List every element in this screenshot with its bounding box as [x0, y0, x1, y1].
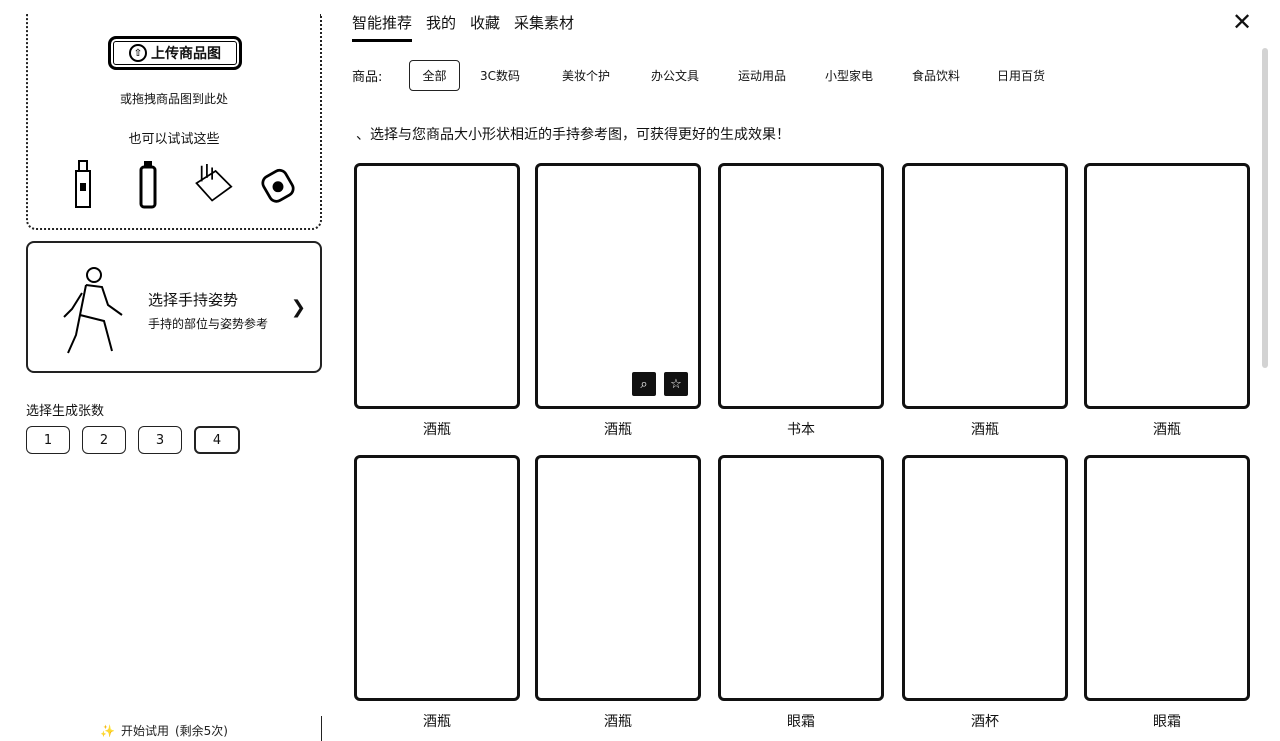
bottle-sample-icon[interactable]	[63, 158, 103, 210]
upload-product-button[interactable]: ⇧ 上传商品图	[108, 36, 242, 70]
start-trial-button[interactable]: ✨ 开始试用 (剩余5次)	[100, 722, 228, 739]
item-caption: 酒瓶	[423, 422, 451, 438]
sample-list	[50, 156, 310, 212]
category-label: 商品:	[352, 70, 383, 85]
category-3c[interactable]: 3C数码	[460, 60, 540, 91]
category-filter: 全部 3C数码 美妆个护 办公文具 运动用品 小型家电 食品饮料 日用百货	[409, 60, 1062, 91]
item-caption: 酒瓶	[604, 714, 632, 730]
pose-subtitle: 手持的部位与姿势参考	[148, 317, 269, 331]
cosmetic-sample-icon[interactable]	[258, 158, 298, 210]
gallery-item[interactable]: 酒瓶	[354, 163, 520, 439]
category-sports[interactable]: 运动用品	[718, 60, 806, 91]
can-sample-icon[interactable]	[128, 158, 168, 210]
count-label: 选择生成张数	[26, 404, 105, 419]
gallery-item[interactable]: 酒瓶	[354, 455, 520, 731]
gallery-item[interactable]: 眼霜	[718, 455, 884, 731]
category-beauty[interactable]: 美妆个护	[540, 60, 632, 91]
count-option-1[interactable]: 1	[26, 426, 70, 454]
category-appliances[interactable]: 小型家电	[806, 60, 892, 91]
remaining-count: (剩余5次)	[174, 724, 228, 738]
tip-text: 、选择与您商品大小形状相近的手持参考图，可获得更好的生成效果！	[356, 127, 790, 143]
item-caption: 酒瓶	[423, 714, 451, 730]
box-sample-icon[interactable]	[193, 158, 233, 210]
item-caption: 眼霜	[787, 714, 815, 730]
gallery-item[interactable]: 酒瓶	[1084, 163, 1250, 439]
tab-favorites[interactable]: 收藏	[470, 12, 500, 42]
try-samples-label: 也可以试试这些	[128, 132, 220, 147]
close-icon[interactable]: ✕	[1232, 8, 1252, 36]
pose-title: 选择手持姿势	[148, 291, 239, 309]
drop-hint: 或拖拽商品图到此处	[119, 92, 228, 106]
category-all[interactable]: 全部	[409, 60, 460, 91]
left-panel: ⇧ 上传商品图 或拖拽商品图到此处 也可以试试这些 选择手持姿势 手持的部位与姿…	[0, 0, 340, 741]
star-icon[interactable]: ☆	[662, 370, 690, 398]
hand-pose-card[interactable]: 选择手持姿势 手持的部位与姿势参考 ❯	[26, 241, 322, 373]
reference-photo[interactable]	[902, 163, 1068, 409]
upload-icon: ⇧	[129, 44, 147, 62]
tab-bar: 智能推荐 我的 收藏 采集素材	[352, 12, 574, 42]
item-caption: 酒瓶	[1153, 422, 1181, 438]
divider	[321, 716, 322, 741]
item-caption: 酒杯	[971, 714, 999, 730]
tab-recommended[interactable]: 智能推荐	[352, 12, 413, 42]
item-caption: 眼霜	[1153, 714, 1181, 730]
reference-photo[interactable]	[902, 455, 1068, 701]
category-daily[interactable]: 日用百货	[980, 60, 1062, 91]
reference-photo[interactable]	[718, 455, 884, 701]
reference-photo[interactable]	[718, 163, 884, 409]
upload-button-label: 上传商品图	[151, 46, 221, 62]
gallery-item[interactable]: 酒杯	[902, 455, 1068, 731]
tab-mine[interactable]: 我的	[426, 12, 456, 42]
item-caption: 书本	[787, 422, 815, 438]
photo-actions: ⌕ ☆	[630, 370, 690, 398]
wand-icon: ✨	[100, 723, 115, 738]
gallery-item[interactable]: 书本	[718, 163, 884, 439]
category-office[interactable]: 办公文具	[632, 60, 718, 91]
gallery-item[interactable]: 酒瓶	[535, 455, 701, 731]
zoom-icon[interactable]: ⌕	[630, 370, 658, 398]
category-food[interactable]: 食品饮料	[892, 60, 980, 91]
reference-photo[interactable]	[535, 455, 701, 701]
reference-photo[interactable]	[1084, 163, 1250, 409]
count-options: 1 2 3 4	[26, 426, 240, 454]
reference-photo[interactable]	[1084, 455, 1250, 701]
reference-photo[interactable]: ⌕ ☆	[535, 163, 701, 409]
count-option-4[interactable]: 4	[194, 426, 240, 454]
gallery-item[interactable]: ⌕ ☆ 酒瓶	[535, 163, 701, 439]
gallery-item[interactable]: 眼霜	[1084, 455, 1250, 731]
tab-collect[interactable]: 采集素材	[514, 12, 574, 42]
reference-photo[interactable]	[354, 163, 520, 409]
reference-photo[interactable]	[354, 455, 520, 701]
pose-figure-icon	[63, 267, 123, 354]
count-option-3[interactable]: 3	[138, 426, 182, 454]
count-option-2[interactable]: 2	[82, 426, 126, 454]
gallery-item[interactable]: 酒瓶	[902, 163, 1068, 439]
upload-dropzone[interactable]: ⇧ 上传商品图 或拖拽商品图到此处 也可以试试这些	[26, 14, 322, 230]
item-caption: 酒瓶	[971, 422, 999, 438]
scrollbar[interactable]	[1262, 48, 1268, 368]
chevron-right-icon: ❯	[290, 297, 306, 318]
start-label: 开始试用	[120, 724, 169, 738]
item-caption: 酒瓶	[604, 422, 632, 438]
